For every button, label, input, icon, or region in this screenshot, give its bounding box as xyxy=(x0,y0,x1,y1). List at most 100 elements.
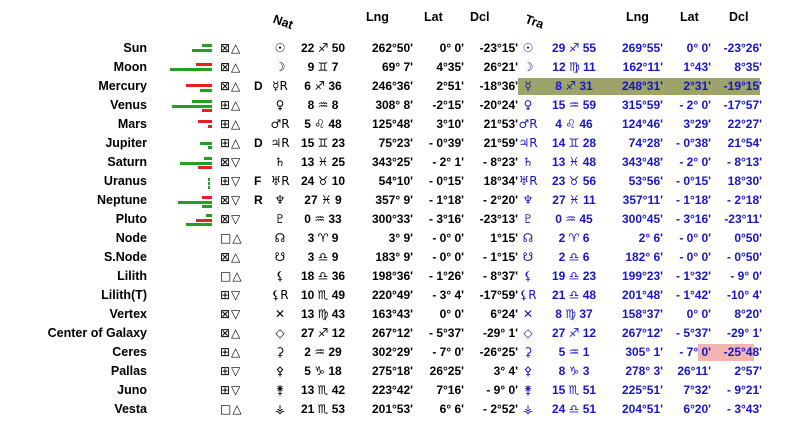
natal-longitude: 308° 8' xyxy=(375,98,413,112)
natal-declination: -29° 1' xyxy=(482,326,518,340)
transit-symbol: ♀ xyxy=(523,98,533,112)
transit-declination: - 3°43' xyxy=(726,402,762,416)
natal-symbol: ♄ xyxy=(274,155,286,169)
aspect-marks: ⊠▽ xyxy=(220,307,242,321)
planet-name: Mercury xyxy=(98,79,147,93)
transit-declination: -25°48' xyxy=(723,345,762,359)
transit-latitude: - 5°37' xyxy=(675,326,711,340)
green-bar xyxy=(192,49,212,52)
natal-symbol: ♆ xyxy=(274,193,286,207)
natal-position: 13 ♏ 42 xyxy=(300,383,346,397)
natal-position: 24 ♉ 10 xyxy=(300,174,346,188)
transit-longitude: 204°51' xyxy=(621,402,663,416)
green-bar xyxy=(178,201,212,204)
transit-declination: -19°15' xyxy=(723,79,762,93)
natal-longitude: 125°48' xyxy=(371,117,413,131)
natal-declination: 26°21' xyxy=(483,60,518,74)
transit-declination: -17°57' xyxy=(723,98,762,112)
natal-latitude: - 3° 4' xyxy=(432,288,464,302)
aspect-marks: ⊞△ xyxy=(220,345,242,359)
natal-latitude: 6° 6' xyxy=(439,402,464,416)
transit-symbol: ✕ xyxy=(522,307,534,321)
green-bar xyxy=(172,105,212,108)
transit-longitude: 357°11' xyxy=(622,193,663,207)
transit-longitude: 315°59' xyxy=(621,98,663,112)
natal-longitude: 357° 9' xyxy=(375,193,413,207)
natal-longitude: 223°42' xyxy=(371,383,413,397)
transit-position: 0 ♒ 45 xyxy=(555,212,593,226)
table-row: Vertex ⊠▽ ✕ 13 ♍ 43 163°43' 0° 0' 6°24' ✕ 8 ♍ 37… xyxy=(0,305,786,324)
natal-symbol: ☉ xyxy=(274,41,286,55)
natal-position: 13 ♓ 25 xyxy=(300,155,346,169)
table-row: Mercury ⊠△ D ☿R 6 ♐ 36 246°36' 2°51' -18°36' ☿ 8 … xyxy=(0,77,786,96)
transit-symbol: ☽ xyxy=(522,60,534,74)
transit-position: 8 ♑ 3 xyxy=(558,364,590,378)
natal-position: 13 ♍ 43 xyxy=(300,307,346,321)
natal-longitude: 302°29' xyxy=(371,345,413,359)
natal-latitude: 0° 0' xyxy=(439,307,464,321)
natal-longitude: 54°10' xyxy=(378,174,413,188)
natal-latitude: - 1°26' xyxy=(428,269,464,283)
transit-declination: 2°57' xyxy=(734,364,762,378)
planet-name: Ceres xyxy=(112,345,147,359)
green-bar xyxy=(208,178,210,181)
natal-longitude: 343°25' xyxy=(371,155,413,169)
natal-declination: - 2°52' xyxy=(482,402,518,416)
natal-declination: -18°36' xyxy=(479,79,518,93)
table-row: Sun ⊠△ ☉ 22 ♐ 50 262°50' 0° 0' -23°15' ☉ 29 ♐ 55… xyxy=(0,39,786,58)
transit-longitude: 162°11' xyxy=(622,60,663,74)
natal-latitude: - 0° 0' xyxy=(432,231,464,245)
transit-latitude: - 1°18' xyxy=(675,193,711,207)
header-natal-longitude: Lng xyxy=(366,10,389,24)
natal-longitude: 300°33' xyxy=(371,212,413,226)
natal-longitude: 267°12' xyxy=(371,326,413,340)
planet-name: Uranus xyxy=(103,174,147,188)
aspect-marks: ⊞▽ xyxy=(220,174,242,188)
natal-position: 10 ♏ 49 xyxy=(300,288,346,302)
natal-declination: - 2°20' xyxy=(482,193,518,207)
red-bar xyxy=(202,196,212,199)
transit-position: 5 ♒ 1 xyxy=(558,345,590,359)
natal-symbol: ⚸R xyxy=(271,288,289,302)
transit-longitude: 269°55' xyxy=(621,41,663,55)
transit-declination: 8°35' xyxy=(734,60,762,74)
aspect-marks: ⊞△ xyxy=(220,136,242,150)
natal-declination: - 1°15' xyxy=(482,250,518,264)
green-bar xyxy=(202,44,212,47)
natal-symbol: ☋ xyxy=(274,250,286,264)
aspect-marks: □△ xyxy=(220,231,243,245)
transit-declination: 21°54' xyxy=(727,136,762,150)
planet-name: Node xyxy=(115,231,147,245)
green-bar xyxy=(208,182,210,185)
table-row: Juno ⊞▽ ⚵ 13 ♏ 42 223°42' 7°16' - 9° 0' ⚵ 15 ♏ 5… xyxy=(0,381,786,400)
transit-position: 27 ♓ 11 xyxy=(552,193,596,207)
natal-position: 8 ♒ 8 xyxy=(307,98,339,112)
strength-bars xyxy=(166,172,216,191)
natal-position: 0 ♒ 33 xyxy=(304,212,342,226)
transit-declination: - 9° 0' xyxy=(730,269,762,283)
natal-longitude: 75°23' xyxy=(378,136,413,150)
planet-name: Jupiter xyxy=(105,136,147,150)
natal-position: 6 ♐ 36 xyxy=(304,79,342,93)
table-row: Vesta □△ ⚶ 21 ♏ 53 201°53' 6° 6' - 2°52' ⚶ 24 ♎ … xyxy=(0,400,786,419)
table-row: S.Node ⊠△ ☋ 3 ♎ 9 183° 9' - 0° 0' - 1°15' ☋ 2 ♎ … xyxy=(0,248,786,267)
natal-position: 27 ♓ 9 xyxy=(304,193,342,207)
transit-position: 14 ♊ 28 xyxy=(551,136,597,150)
transit-declination: 8°20' xyxy=(734,307,762,321)
natal-longitude: 69° 7' xyxy=(381,60,413,74)
natal-longitude: 163°43' xyxy=(371,307,413,321)
transit-latitude: - 0° 0' xyxy=(679,250,711,264)
natal-symbol: ♅R xyxy=(270,174,290,188)
transit-latitude: 1°43' xyxy=(683,60,711,74)
transit-latitude: - 2° 0' xyxy=(679,155,711,169)
natal-declination: 21°53' xyxy=(483,117,518,131)
natal-longitude: 3° 9' xyxy=(388,231,413,245)
natal-latitude: -2°15' xyxy=(432,98,464,112)
natal-latitude: 0° 0' xyxy=(439,41,464,55)
transit-position: 12 ♍ 11 xyxy=(552,60,596,74)
green-bar xyxy=(204,157,212,160)
transit-position: 2 ♎ 6 xyxy=(558,250,590,264)
red-bar xyxy=(196,219,212,222)
transit-symbol: ⚴ xyxy=(523,364,533,378)
transit-latitude: 3°29' xyxy=(683,117,711,131)
